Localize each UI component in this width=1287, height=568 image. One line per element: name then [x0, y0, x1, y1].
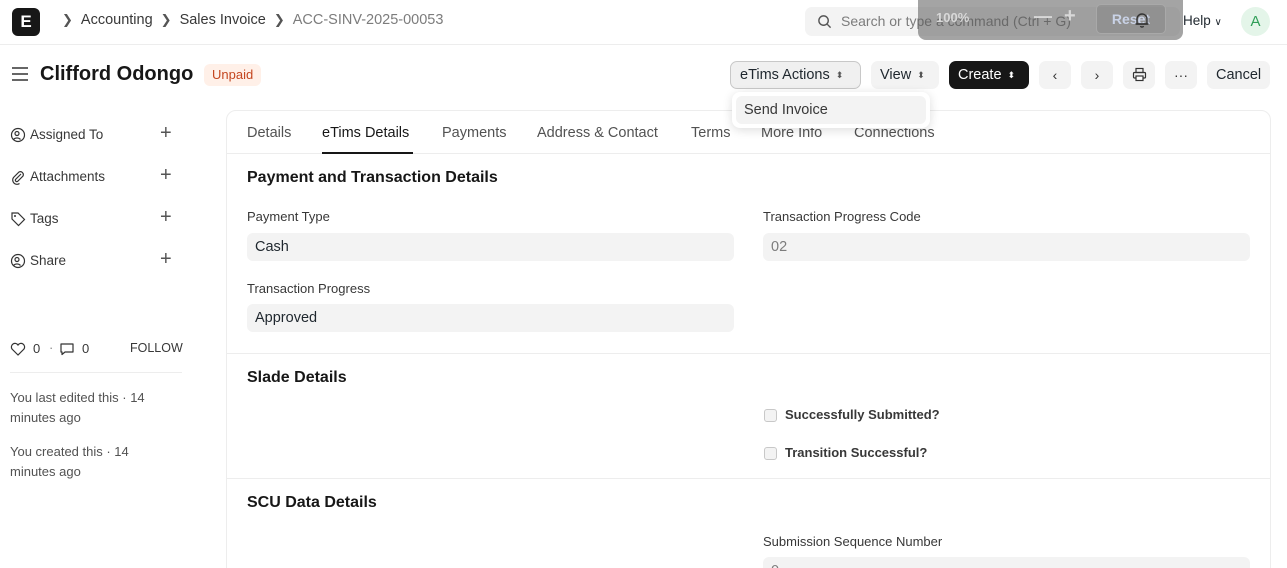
tab-etims-details[interactable]: eTims Details: [322, 125, 409, 141]
create-button[interactable]: Create ⬍: [949, 61, 1029, 89]
payment-type-field[interactable]: Cash: [247, 233, 734, 261]
app-logo[interactable]: E: [12, 8, 40, 36]
sidebar-item-label: Attachments: [30, 169, 106, 184]
previous-button[interactable]: ‹: [1039, 61, 1071, 89]
avatar[interactable]: A: [1241, 7, 1270, 36]
menu-icon[interactable]: [12, 67, 28, 81]
sidebar-item-assigned-to[interactable]: Assigned To +: [10, 122, 182, 145]
breadcrumb-accounting[interactable]: Accounting: [81, 12, 153, 28]
updown-icon: ⬍: [1007, 70, 1016, 80]
tab-address-contact[interactable]: Address & Contact: [537, 125, 658, 141]
sidebar-divider: [10, 372, 182, 373]
tab-terms[interactable]: Terms: [691, 125, 730, 141]
user-add-icon: [10, 127, 26, 143]
form-card: Details eTims Details Payments Address &…: [226, 110, 1271, 568]
plus-icon[interactable]: +: [160, 122, 172, 145]
activity-created: You created this · 14 minutes ago: [10, 444, 129, 479]
updown-icon: ⬍: [917, 70, 925, 80]
chevron-right-icon: ❯: [273, 12, 285, 27]
section-title-scu: SCU Data Details: [247, 494, 377, 511]
next-button[interactable]: ›: [1081, 61, 1113, 89]
chevron-right-icon: ❯: [160, 12, 172, 27]
printer-icon: [1132, 67, 1146, 82]
separator-dot: ·: [49, 340, 54, 355]
zoom-reset-button[interactable]: Reset: [1096, 4, 1166, 34]
submission-sequence-label: Submission Sequence Number: [763, 534, 943, 549]
comments-count: 0: [82, 341, 90, 356]
chevron-right-icon: ›: [1094, 67, 1100, 83]
etims-actions-dropdown: Send Invoice: [732, 92, 930, 128]
sidebar-item-label: Assigned To: [30, 127, 104, 142]
transaction-progress-label: Transaction Progress: [247, 281, 371, 296]
cancel-button[interactable]: Cancel: [1207, 61, 1270, 89]
section-title-payment: Payment and Transaction Details: [247, 169, 498, 186]
plus-icon[interactable]: +: [160, 164, 172, 187]
chevron-down-icon: ∨: [1214, 17, 1222, 28]
zoom-out-button[interactable]: —: [1034, 6, 1052, 27]
sidebar-item-tags[interactable]: Tags +: [10, 206, 182, 229]
zoom-in-button[interactable]: +: [1064, 5, 1076, 28]
status-badge: Unpaid: [204, 64, 262, 86]
payment-type-label: Payment Type: [247, 209, 330, 224]
sidebar-item-share[interactable]: Share +: [10, 248, 182, 271]
section-divider: [227, 478, 1270, 479]
paperclip-icon: [12, 171, 24, 185]
transition-successful-checkbox[interactable]: [764, 447, 777, 460]
help-menu[interactable]: Help ∨: [1183, 13, 1222, 28]
activity-last-edited: You last edited this · 14 minutes ago: [10, 390, 145, 425]
plus-icon[interactable]: +: [160, 248, 172, 271]
progress-code-field[interactable]: 02: [763, 233, 1250, 261]
likes-count: 0: [33, 341, 41, 356]
chevron-right-icon: ❯: [62, 12, 73, 27]
view-label: View: [880, 67, 912, 83]
view-button[interactable]: View ⬍: [871, 61, 939, 89]
tag-icon: [11, 212, 26, 227]
breadcrumb-current: ACC-SINV-2025-00053: [292, 12, 444, 28]
share-user-icon: [10, 253, 26, 269]
follow-button[interactable]: FOLLOW: [130, 341, 183, 355]
chevron-left-icon: ‹: [1052, 67, 1058, 83]
breadcrumb: ❯ Accounting ❯ Sales Invoice ❯ ACC-SINV-…: [54, 12, 443, 28]
successfully-submitted-checkbox[interactable]: [764, 409, 777, 422]
active-tab-indicator: [322, 152, 413, 154]
breadcrumb-sales-invoice[interactable]: Sales Invoice: [180, 12, 266, 28]
successfully-submitted-label: Successfully Submitted?: [785, 407, 940, 422]
transaction-progress-field[interactable]: Approved: [247, 304, 734, 332]
more-actions-button[interactable]: ···: [1165, 61, 1197, 89]
plus-icon[interactable]: +: [160, 206, 172, 229]
page-title: Clifford Odongo: [40, 63, 194, 85]
sidebar-item-label: Tags: [30, 211, 59, 226]
transition-successful-label: Transition Successful?: [785, 445, 928, 460]
etims-actions-button[interactable]: eTims Actions ⬍: [730, 61, 861, 89]
section-title-slade: Slade Details: [247, 369, 347, 386]
etims-actions-label: eTims Actions: [740, 67, 830, 83]
navbar: E ❯ Accounting ❯ Sales Invoice ❯ ACC-SIN…: [0, 0, 1287, 45]
search-icon: [818, 15, 832, 29]
submission-sequence-field[interactable]: 0: [763, 557, 1250, 568]
like-comment-bar: 0 · 0 FOLLOW: [10, 339, 183, 359]
tab-payments[interactable]: Payments: [442, 125, 506, 141]
help-label: Help: [1183, 13, 1211, 28]
comment-icon[interactable]: [59, 342, 75, 356]
zoom-level: 100%: [936, 10, 970, 25]
tab-details[interactable]: Details: [247, 125, 291, 141]
bell-icon[interactable]: [1133, 11, 1151, 29]
heart-icon[interactable]: [10, 342, 26, 356]
sidebar-item-label: Share: [30, 253, 67, 268]
progress-code-label: Transaction Progress Code: [763, 209, 921, 224]
updown-icon: ⬍: [835, 70, 844, 80]
print-button[interactable]: [1123, 61, 1155, 89]
sidebar-item-attachments[interactable]: Attachments +: [10, 164, 182, 187]
send-invoice-menu-item[interactable]: Send Invoice: [736, 96, 926, 124]
create-label: Create: [958, 67, 1002, 83]
section-divider: [227, 353, 1270, 354]
